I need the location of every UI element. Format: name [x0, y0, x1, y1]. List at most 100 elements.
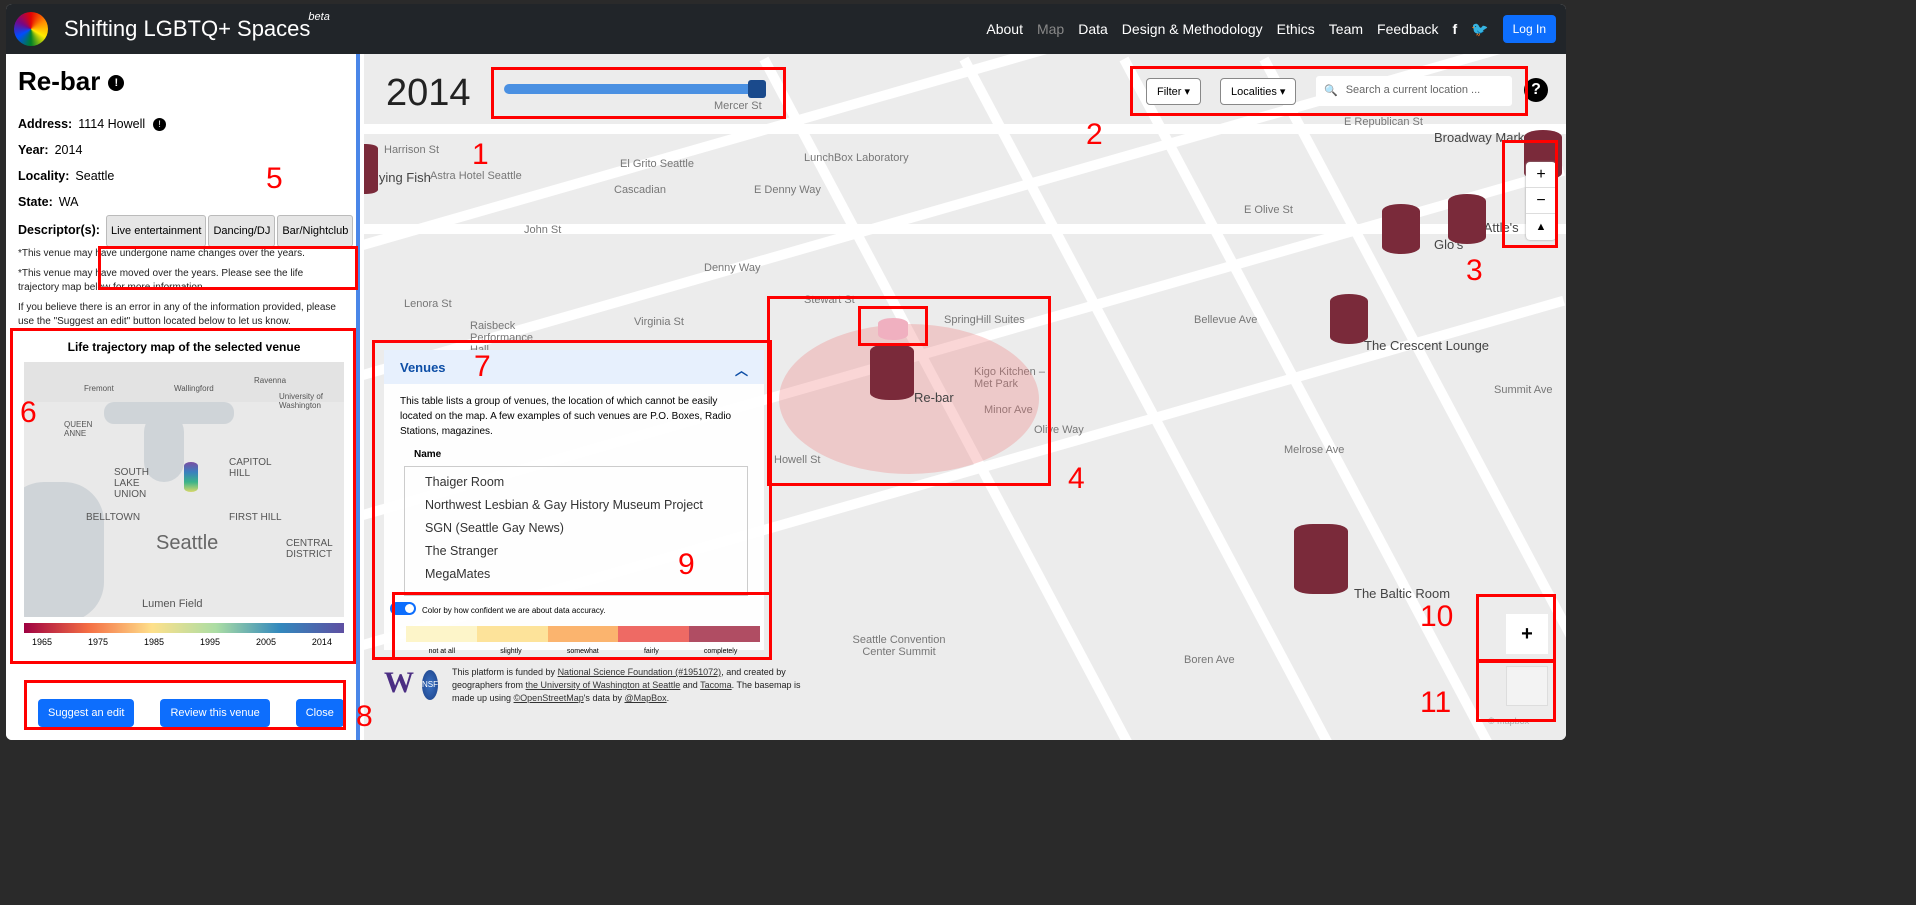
app-window: Shifting LGBTQ+ Spaces beta About Map Da… [6, 4, 1566, 740]
venue-trajectory-marker[interactable] [184, 462, 198, 492]
credits-text: This platform is funded by National Scie… [452, 667, 801, 703]
confidence-toggle[interactable] [390, 602, 416, 616]
list-item[interactable]: MegaMates [425, 563, 747, 586]
close-button[interactable]: Close [295, 699, 344, 727]
compass-button[interactable]: ▲ [1526, 214, 1556, 240]
note: *This venue may have moved over the year… [18, 268, 304, 293]
venues-panel-title: Venues [400, 360, 446, 375]
venue-title: Re-bar! [18, 66, 356, 97]
app-title[interactable]: Shifting LGBTQ+ Spaces [64, 16, 310, 42]
action-buttons: Suggest an edit Review this venue Close [38, 699, 344, 727]
location-search-input[interactable]: 🔍 Search a current location ... [1316, 76, 1512, 106]
venue-marker[interactable] [364, 144, 378, 194]
venue-marker[interactable] [1330, 294, 1368, 344]
venue-marker[interactable] [1382, 204, 1420, 254]
street-label: John St [524, 224, 562, 236]
login-button[interactable]: Log In [1502, 15, 1556, 43]
facebook-icon[interactable]: f [1453, 21, 1458, 37]
venue-marker[interactable] [1294, 524, 1348, 594]
poi-label: El Grito Seattle [620, 158, 694, 170]
selected-venue-marker[interactable] [870, 344, 914, 400]
year-slider[interactable] [504, 80, 766, 98]
venues-panel-header[interactable]: Venues ︿ [384, 350, 764, 384]
pin-marker[interactable] [878, 318, 908, 340]
chevron-up-icon[interactable]: ︿ [735, 360, 748, 378]
nav-design[interactable]: Design & Methodology [1122, 21, 1263, 37]
street-label: Denny Way [704, 262, 761, 274]
nav-map[interactable]: Map [1037, 21, 1064, 37]
confidence-legend: Color by how confident we are about data… [384, 594, 764, 661]
year-color-ramp [24, 623, 344, 633]
venues-list[interactable]: Thaiger Room Northwest Lesbian & Gay His… [404, 466, 748, 596]
descriptor-chip[interactable]: Dancing/DJ [208, 215, 276, 247]
minimap-toggle-button[interactable] [1506, 666, 1548, 706]
uw-link[interactable]: the University of Washington at Seattle [526, 680, 681, 690]
nav-data[interactable]: Data [1078, 21, 1108, 37]
info-icon[interactable]: ! [108, 75, 125, 92]
expand-zoom-button[interactable]: + [1506, 614, 1548, 654]
mapbox-link[interactable]: @MapBox [624, 693, 666, 703]
annotation-number: 7 [474, 350, 491, 383]
poi-label: The Baltic Room [1354, 586, 1451, 601]
address-info-icon[interactable]: ! [153, 118, 167, 132]
street-label: Harrison St [384, 144, 440, 156]
map-label: QUEEN ANNE [64, 420, 93, 438]
list-item[interactable]: Thaiger Room [425, 471, 747, 494]
map-label: Seattle [156, 532, 219, 554]
twitter-icon[interactable]: 🐦 [1471, 21, 1488, 38]
legend-label: completely [703, 648, 738, 655]
swatch-not-at-all [406, 626, 477, 642]
nav-team[interactable]: Team [1329, 21, 1363, 37]
logo[interactable] [14, 12, 48, 46]
locality-value: Seattle [75, 169, 115, 183]
year-slider-thumb[interactable] [748, 80, 766, 98]
note: *This venue may have undergone name chan… [18, 248, 305, 259]
swatch-fairly [618, 626, 690, 642]
uw-logo[interactable]: W [384, 666, 414, 705]
street-label: E Republican St [1344, 116, 1423, 128]
zoom-in-button[interactable]: + [1526, 162, 1556, 188]
zoom-out-button[interactable]: − [1526, 188, 1556, 214]
state-value: WA [58, 195, 79, 209]
swatch-somewhat [547, 626, 619, 642]
venue-marker[interactable] [1448, 194, 1486, 244]
list-item[interactable]: The Stranger [425, 540, 747, 563]
tacoma-link[interactable]: Tacoma [700, 680, 732, 690]
venue-name: Re-bar [18, 66, 101, 96]
mapbox-attribution[interactable]: © mapbox [1488, 716, 1529, 726]
toggle-label: Color by how confident we are about data… [422, 606, 606, 615]
map-label: CAPITOL HILL [229, 457, 272, 479]
osm-link[interactable]: ©OpenStreetMap [514, 693, 584, 703]
annotation-number: 6 [20, 396, 37, 429]
nsf-logo[interactable]: NSF [422, 670, 438, 700]
tick-label: 1965 [32, 637, 53, 647]
localities-dropdown[interactable]: Localities ▾ [1220, 78, 1297, 105]
poi-label: LunchBox Laboratory [804, 152, 909, 164]
locality-row: Locality: Seattle [18, 163, 356, 189]
venue-sidebar: Re-bar! Address: 1114 Howell! Year: 2014 L… [6, 54, 360, 740]
poi-label: E Denny Way [754, 184, 821, 196]
trajectory-map[interactable]: Fremont Wallingford Ravenna University o… [24, 362, 344, 617]
nav-ethics[interactable]: Ethics [1277, 21, 1315, 37]
nav-feedback[interactable]: Feedback [1377, 21, 1438, 37]
descriptor-chip[interactable]: Live entertainment [105, 215, 207, 247]
review-venue-button[interactable]: Review this venue [160, 699, 270, 727]
map-label: Lumen Field [142, 598, 203, 610]
map-canvas[interactable]: Mercer St Harrison St Flying Fish Astra … [364, 54, 1566, 740]
street-label: E Olive St [1244, 204, 1293, 216]
list-item[interactable]: SGN (Seattle Gay News) [425, 517, 747, 540]
list-item[interactable]: Northwest Lesbian & Gay History Museum P… [425, 494, 747, 517]
suggest-edit-button[interactable]: Suggest an edit [38, 699, 135, 727]
annotation-number: 11 [1420, 686, 1452, 719]
nav-about[interactable]: About [986, 21, 1023, 37]
map-label: University of Washington [279, 392, 324, 410]
street-label: Melrose Ave [1284, 444, 1345, 456]
nsf-link[interactable]: National Science Foundation (#1951072) [558, 667, 722, 677]
map-label: BELLTOWN [86, 512, 141, 523]
descriptor-chip[interactable]: Bar/Nightclub [277, 215, 354, 247]
address-value: 1114 Howell [78, 117, 146, 131]
annotation-number: 2 [1086, 118, 1103, 151]
filter-dropdown[interactable]: Filter ▾ [1146, 78, 1202, 105]
street-label: Bellevue Ave [1194, 314, 1258, 326]
help-icon[interactable]: ? [1524, 78, 1548, 102]
